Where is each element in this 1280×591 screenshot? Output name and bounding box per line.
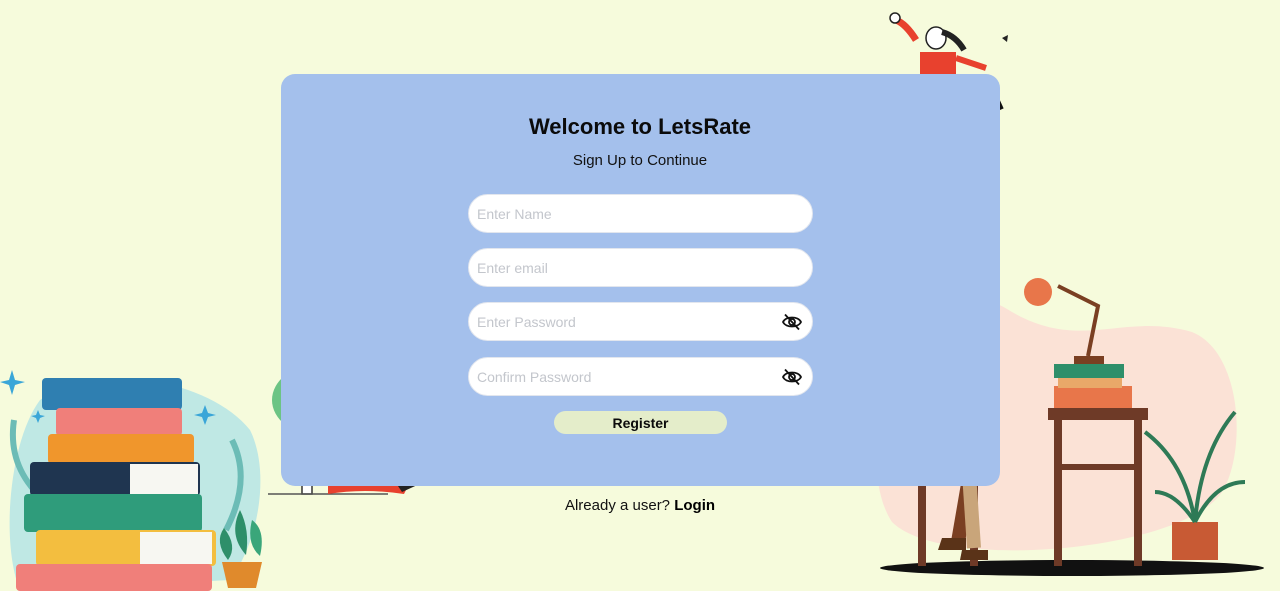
login-prompt-text: Already a user?: [564, 497, 671, 514]
login-link[interactable]: Login: [674, 497, 715, 514]
confirm-password-field: [468, 357, 813, 396]
page-subtitle: Sign Up to Continue: [572, 152, 708, 169]
name-input[interactable]: [469, 195, 812, 232]
login-prompt-row: Already a user? Login: [0, 497, 1280, 514]
page-title: Welcome to LetsRate: [528, 114, 752, 139]
register-button[interactable]: Register: [554, 411, 727, 434]
eye-slash-icon[interactable]: [782, 313, 802, 331]
name-field: [468, 194, 813, 233]
eye-slash-icon[interactable]: [782, 368, 802, 386]
email-input[interactable]: [469, 249, 812, 286]
password-input[interactable]: [469, 303, 812, 340]
password-field: [468, 302, 813, 341]
confirm-password-input[interactable]: [469, 358, 812, 395]
books-stack-illustration: [0, 370, 262, 591]
email-field: [468, 248, 813, 287]
